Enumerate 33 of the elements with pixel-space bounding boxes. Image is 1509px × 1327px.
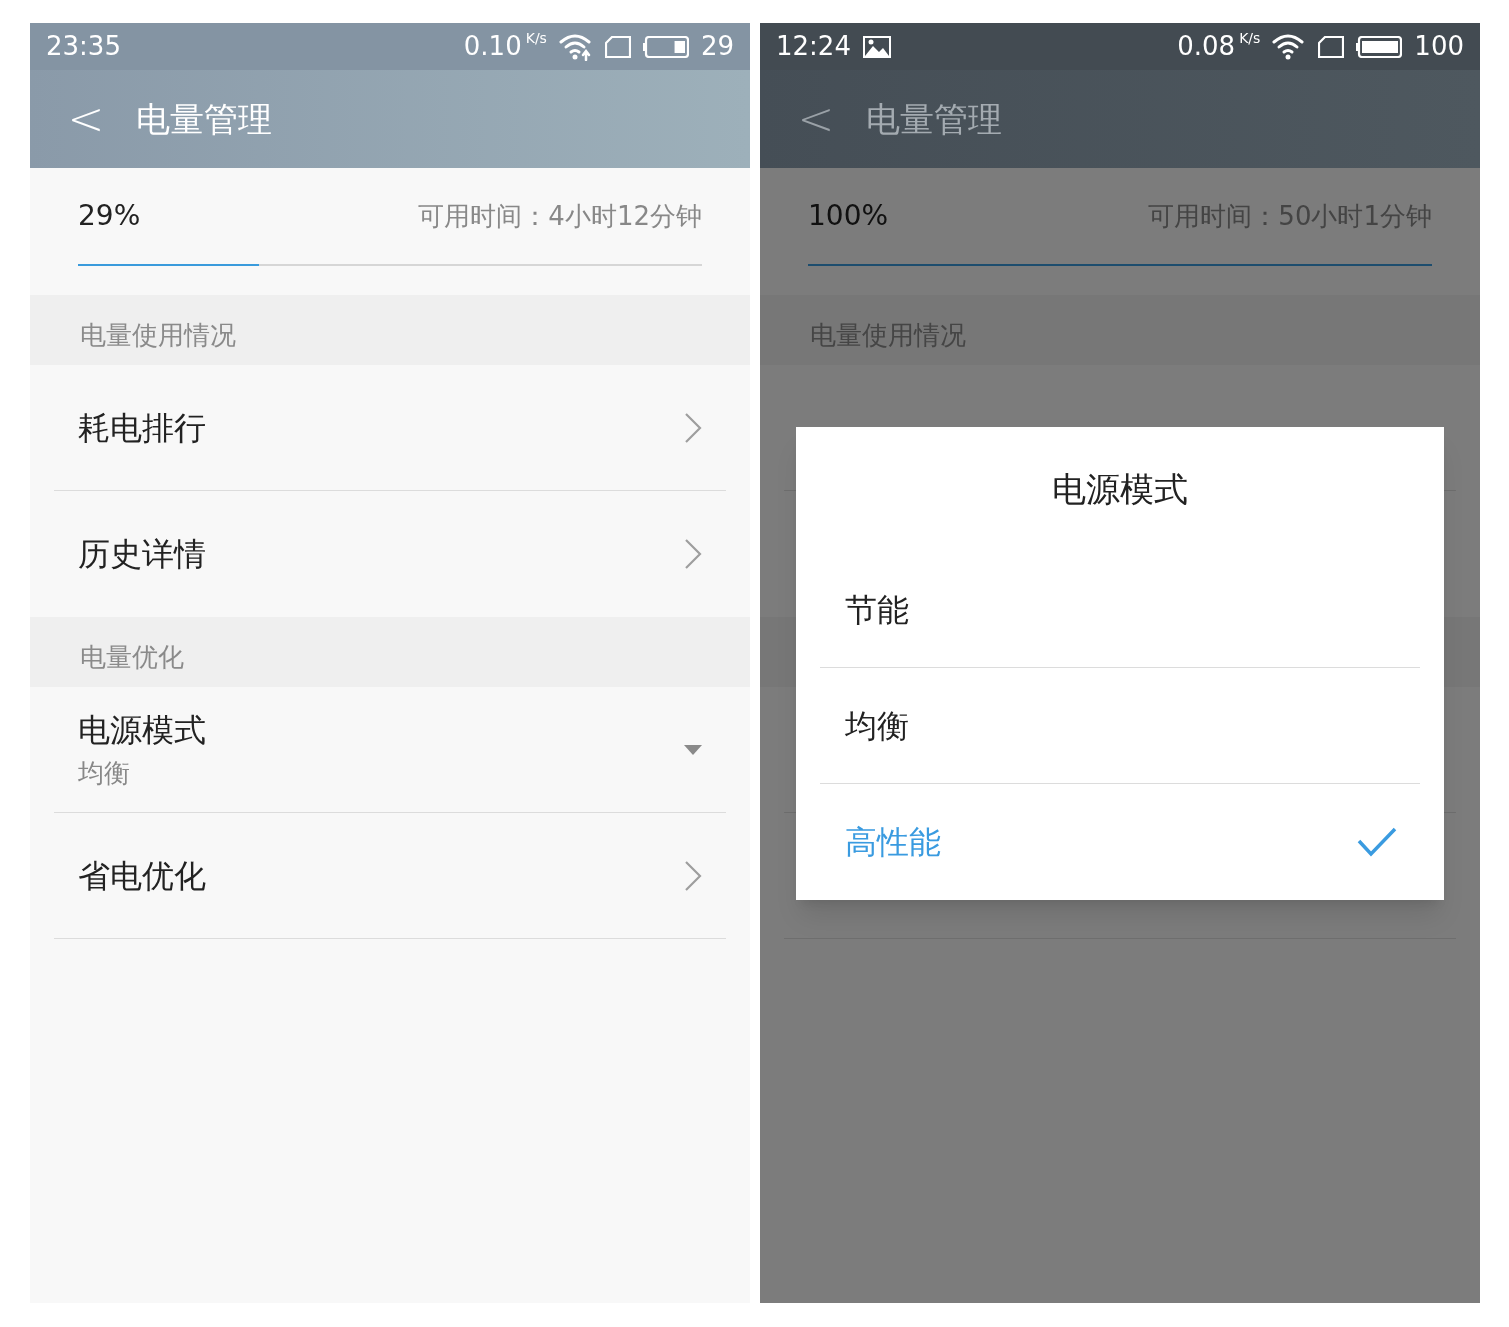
battery-icon	[642, 35, 689, 58]
battery-percentage: 100	[1414, 30, 1464, 63]
dialog-option[interactable]: 节能	[820, 552, 1420, 668]
battery-icon	[1356, 35, 1403, 58]
settings-item-label[interactable]: 历史详情	[78, 530, 206, 578]
remaining-time: 可用时间：50小时1分钟	[1148, 199, 1432, 233]
battery-percent: 29%	[78, 198, 141, 234]
screen-title: 电量管理	[136, 97, 272, 141]
section-title: 电量使用情况	[80, 319, 236, 352]
sim-card-icon	[604, 35, 631, 58]
screen-title: 电量管理	[866, 97, 1002, 141]
chevron-right-icon	[684, 411, 702, 444]
settings-item-label[interactable]: 电源模式	[78, 706, 206, 754]
dialog-option[interactable]: 均衡	[820, 668, 1420, 784]
battery-percent: 100%	[808, 198, 889, 234]
settings-item-label[interactable]: 耗电排行	[78, 403, 206, 452]
section-title: 电量优化	[80, 641, 184, 674]
settings-item-label[interactable]: 省电优化	[78, 851, 206, 900]
dropdown-icon	[684, 744, 702, 755]
dialog-title: 电源模式	[1052, 468, 1188, 511]
chevron-right-icon	[684, 538, 702, 570]
remaining-time: 可用时间：4小时12分钟	[418, 199, 702, 233]
clock-time: 12:24	[776, 30, 851, 63]
settings-item-value: 均衡	[78, 757, 131, 790]
sim-card-icon	[1318, 35, 1345, 58]
network-speed-unit: K/s	[1239, 31, 1261, 45]
network-speed: 0.08	[1177, 30, 1236, 63]
network-speed-unit: K/s	[525, 31, 547, 45]
clock-time: 23:35	[46, 30, 121, 63]
checkmark-icon	[1357, 827, 1397, 857]
battery-percentage: 29	[700, 30, 734, 63]
network-speed: 0.10	[463, 30, 522, 63]
chevron-right-icon	[684, 859, 702, 892]
